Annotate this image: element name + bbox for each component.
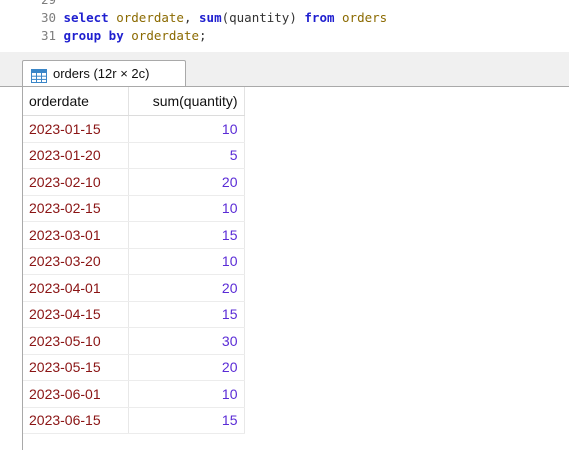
sql-identifier: orderdate <box>116 10 184 25</box>
cell-orderdate[interactable]: 2023-05-15 <box>23 354 129 381</box>
sql-text: (quantity) <box>221 10 305 25</box>
header-row: orderdate sum(quantity) <box>23 87 245 116</box>
tab-label: orders (12r × 2c) <box>53 66 150 81</box>
table-row[interactable]: 2023-04-15 15 <box>23 301 245 328</box>
cell-orderdate[interactable]: 2023-03-01 <box>23 221 129 249</box>
sql-text: , <box>183 10 200 25</box>
cell-sum-quantity[interactable]: 20 <box>128 168 245 196</box>
cell-orderdate[interactable]: 2023-06-01 <box>23 380 129 408</box>
cell-orderdate[interactable]: 2023-01-15 <box>23 115 129 143</box>
code-line: 29 <box>0 0 64 9</box>
sql-keyword: sum <box>199 10 222 25</box>
column-header-sum-quantity[interactable]: sum(quantity) <box>128 87 245 116</box>
table-row[interactable]: 2023-05-15 20 <box>23 354 245 381</box>
cell-orderdate[interactable]: 2023-02-10 <box>23 168 129 196</box>
code-line: 31 group by orderdate; <box>0 27 207 45</box>
cell-sum-quantity[interactable]: 20 <box>128 354 245 381</box>
cell-sum-quantity[interactable]: 30 <box>128 327 245 355</box>
sql-identifier: orderdate <box>131 28 200 43</box>
table-row[interactable]: 2023-04-01 20 <box>23 274 245 302</box>
sql-identifier: orders <box>342 10 388 25</box>
table-row[interactable]: 2023-02-10 20 <box>23 168 245 196</box>
line-number: 31 <box>40 28 56 43</box>
cell-sum-quantity[interactable]: 10 <box>128 380 245 408</box>
cell-sum-quantity[interactable]: 10 <box>128 115 245 143</box>
table-row[interactable]: 2023-03-20 10 <box>23 248 245 275</box>
cell-sum-quantity[interactable]: 10 <box>128 195 245 222</box>
sql-text: ; <box>199 28 207 43</box>
cell-orderdate[interactable]: 2023-06-15 <box>23 407 129 434</box>
cell-sum-quantity[interactable]: 5 <box>128 142 245 169</box>
sql-keyword: from <box>304 10 335 25</box>
table-icon <box>31 66 47 83</box>
cell-orderdate[interactable]: 2023-03-20 <box>23 248 129 275</box>
table-row[interactable]: 2023-01-20 5 <box>23 142 245 169</box>
cell-sum-quantity[interactable]: 20 <box>128 274 245 302</box>
result-grid[interactable]: orderdate sum(quantity) 2023-01-15 10 2023… <box>23 87 245 434</box>
column-header-orderdate[interactable]: orderdate <box>23 87 129 116</box>
sql-keyword: select <box>63 10 109 25</box>
result-pane: orders (12r × 2c) orderdate sum(quantity… <box>0 52 569 450</box>
sql-editor[interactable]: 29 30 select orderdate, sum(quantity) fr… <box>0 0 569 53</box>
table-row[interactable]: 2023-02-15 10 <box>23 195 245 222</box>
table-row[interactable]: 2023-01-15 10 <box>23 115 245 143</box>
cell-sum-quantity[interactable]: 10 <box>128 248 245 275</box>
table-row[interactable]: 2023-03-01 15 <box>23 221 245 249</box>
line-number: 29 <box>0 0 56 9</box>
cell-orderdate[interactable]: 2023-04-01 <box>23 274 129 302</box>
cell-orderdate[interactable]: 2023-01-20 <box>23 142 129 169</box>
result-tabstrip: orders (12r × 2c) <box>0 52 569 87</box>
cell-sum-quantity[interactable]: 15 <box>128 407 245 434</box>
tab-orders-result[interactable]: orders (12r × 2c) <box>22 60 186 86</box>
cell-orderdate[interactable]: 2023-04-15 <box>23 301 129 328</box>
cell-orderdate[interactable]: 2023-05-10 <box>23 327 129 355</box>
cell-orderdate[interactable]: 2023-02-15 <box>23 195 129 222</box>
table-row[interactable]: 2023-06-01 10 <box>23 380 245 408</box>
code-line: 30 select orderdate, sum(quantity) from … <box>0 9 387 27</box>
table-row[interactable]: 2023-06-15 15 <box>23 407 245 434</box>
cell-sum-quantity[interactable]: 15 <box>128 301 245 328</box>
cell-sum-quantity[interactable]: 15 <box>128 221 245 249</box>
sql-keyword: group by <box>63 28 124 43</box>
line-number: 30 <box>40 10 56 25</box>
table-row[interactable]: 2023-05-10 30 <box>23 327 245 355</box>
